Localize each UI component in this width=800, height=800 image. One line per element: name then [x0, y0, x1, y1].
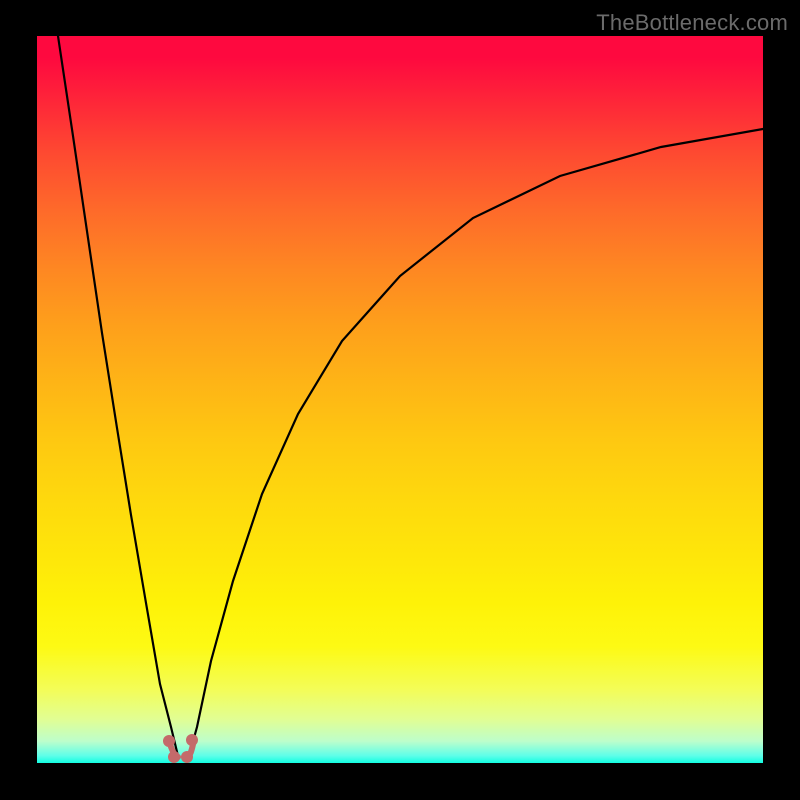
curve-right-branch	[189, 129, 763, 756]
plot-area	[37, 36, 763, 763]
curve-left-branch	[58, 36, 178, 756]
valley-marker	[186, 734, 198, 746]
watermark-text: TheBottleneck.com	[596, 10, 788, 36]
valley-marker	[168, 751, 180, 763]
curves-layer	[37, 36, 763, 763]
valley-marker	[163, 735, 175, 747]
valley-marker	[181, 751, 193, 763]
chart-frame: TheBottleneck.com	[0, 0, 800, 800]
